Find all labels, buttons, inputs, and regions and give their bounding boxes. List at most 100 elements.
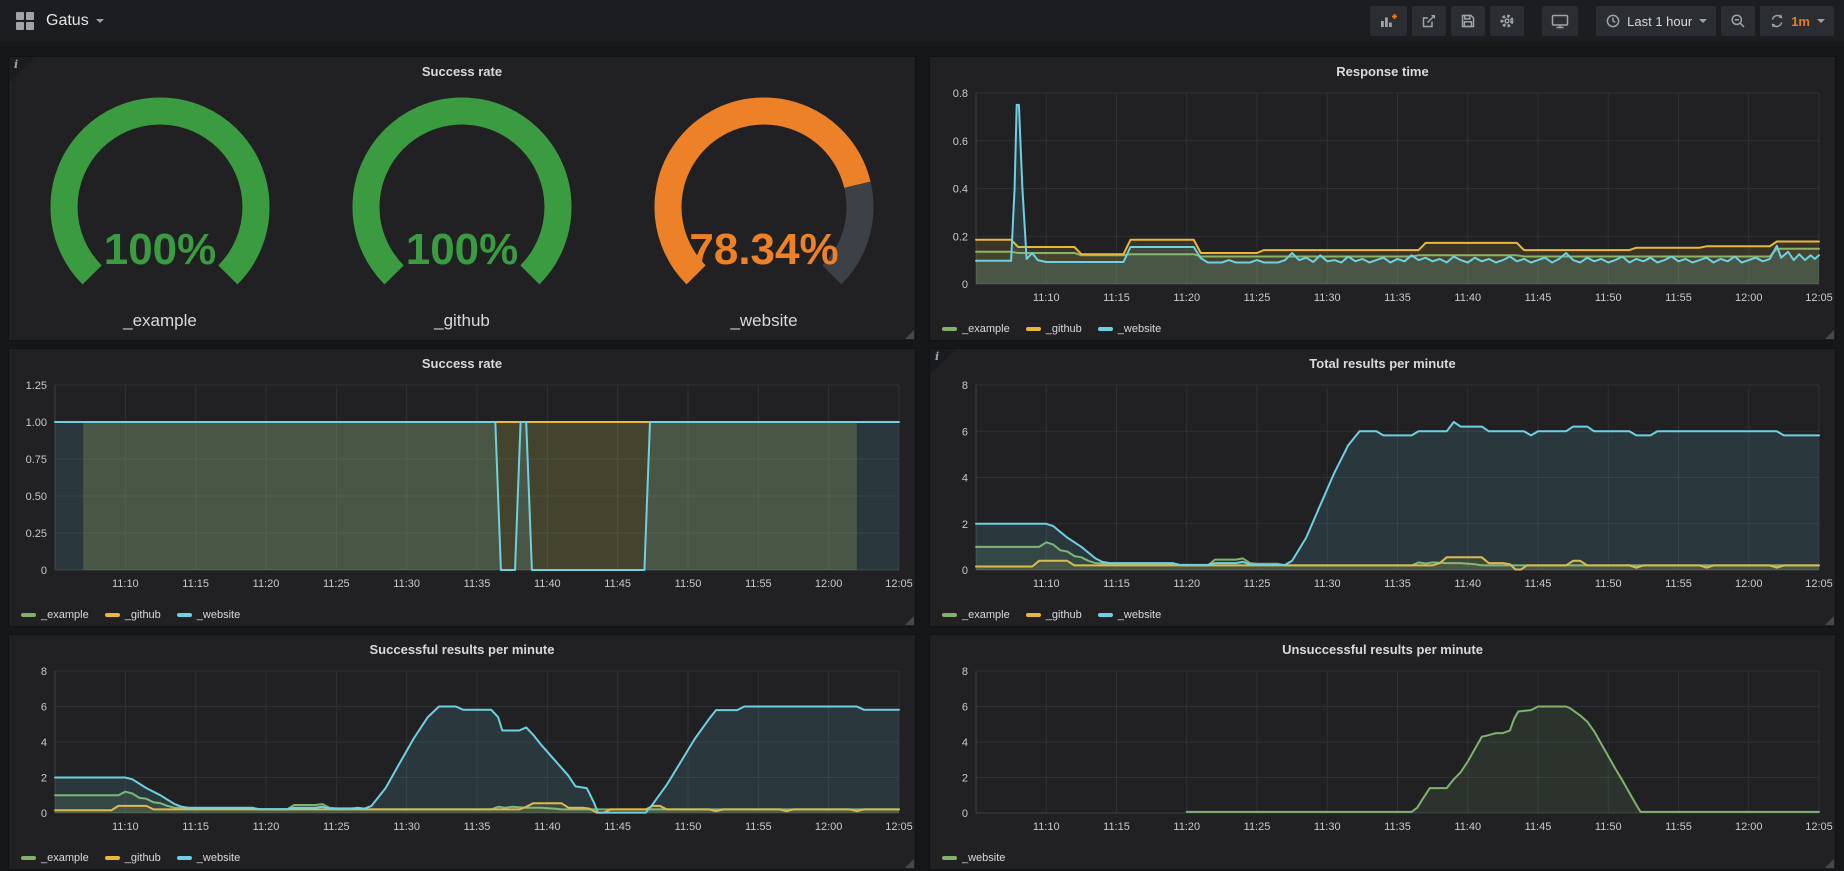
svg-text:4: 4 <box>41 737 47 749</box>
svg-text:12:05: 12:05 <box>1805 292 1833 304</box>
legend-color-mark <box>942 327 957 331</box>
legend-series-label: _website <box>1118 323 1161 335</box>
legend-item[interactable]: _example <box>21 852 89 864</box>
gauge-row: 100%_example100%_github78.34%_website <box>9 85 915 340</box>
svg-text:11:25: 11:25 <box>1244 578 1271 590</box>
legend-item[interactable]: _github <box>105 609 161 621</box>
legend-item[interactable]: _website <box>177 852 240 864</box>
panel-title[interactable]: Successful results per minute <box>9 642 915 657</box>
chart-plot[interactable]: 0246811:1011:1511:2011:2511:3011:3511:40… <box>930 635 1835 869</box>
share-button[interactable] <box>1412 6 1446 36</box>
svg-text:6: 6 <box>962 426 968 438</box>
svg-text:11:50: 11:50 <box>1595 821 1622 833</box>
legend-color-mark <box>1026 613 1041 617</box>
info-corner-icon[interactable]: i <box>9 57 35 83</box>
svg-text:1.00: 1.00 <box>26 417 47 429</box>
svg-text:11:35: 11:35 <box>1384 292 1411 304</box>
chart-plot[interactable]: 0246811:1011:1511:2011:2511:3011:3511:40… <box>9 635 915 869</box>
legend-item[interactable]: _github <box>1026 609 1082 621</box>
refresh-button[interactable]: 1m <box>1760 6 1834 36</box>
refresh-interval-label: 1m <box>1791 14 1810 29</box>
svg-text:0: 0 <box>962 808 968 820</box>
legend-item[interactable]: _github <box>1026 323 1082 335</box>
apps-menu-icon[interactable] <box>16 12 34 30</box>
resize-handle[interactable] <box>1825 330 1834 339</box>
settings-button[interactable] <box>1490 6 1524 36</box>
svg-text:11:20: 11:20 <box>253 578 280 590</box>
svg-text:2: 2 <box>41 773 47 785</box>
svg-text:11:55: 11:55 <box>745 578 772 590</box>
chart-canvas: 0246811:1011:1511:2011:2511:3011:3511:40… <box>9 635 915 869</box>
svg-text:0.6: 0.6 <box>953 136 968 148</box>
panel-success-rate-gauges: i Success rate 100%_example100%_github78… <box>8 56 916 341</box>
svg-text:11:10: 11:10 <box>112 821 139 833</box>
svg-text:12:05: 12:05 <box>1805 821 1833 833</box>
navbar: Gatus <box>0 0 1844 42</box>
panel-title[interactable]: Unsuccessful results per minute <box>930 642 1835 657</box>
svg-text:12:00: 12:00 <box>815 578 843 590</box>
chart-canvas: 00.250.500.751.001.2511:1011:1511:2011:2… <box>9 349 915 626</box>
svg-text:11:30: 11:30 <box>1314 292 1341 304</box>
chart-plot[interactable]: 00.20.40.60.811:1011:1511:2011:2511:3011… <box>930 57 1835 340</box>
svg-text:2: 2 <box>962 773 968 785</box>
svg-text:0.4: 0.4 <box>953 184 968 196</box>
chart-plot[interactable]: 00.250.500.751.001.2511:1011:1511:2011:2… <box>9 349 915 626</box>
legend-item[interactable]: _example <box>942 323 1010 335</box>
chart-canvas: 00.20.40.60.811:1011:1511:2011:2511:3011… <box>930 57 1835 340</box>
cycle-view-button[interactable] <box>1542 6 1578 36</box>
svg-text:11:35: 11:35 <box>464 821 491 833</box>
legend-series-label: _github <box>125 609 161 621</box>
info-corner-icon[interactable]: i <box>930 349 956 375</box>
legend-item[interactable]: _website <box>1098 323 1161 335</box>
panel-title[interactable]: Success rate <box>9 356 915 371</box>
svg-text:12:05: 12:05 <box>885 821 913 833</box>
legend-item[interactable]: _github <box>105 852 161 864</box>
chevron-down-icon <box>1817 19 1825 23</box>
legend-item[interactable]: _example <box>21 609 89 621</box>
svg-text:11:35: 11:35 <box>1384 578 1411 590</box>
gauge-value: 100% <box>104 225 217 274</box>
chart-legend: _example _github _website <box>21 609 240 621</box>
legend-color-mark <box>177 613 192 617</box>
add-panel-button[interactable] <box>1370 6 1407 36</box>
svg-text:4: 4 <box>962 737 968 749</box>
resize-handle[interactable] <box>905 330 914 339</box>
resize-handle[interactable] <box>1825 859 1834 868</box>
share-icon <box>1421 13 1437 29</box>
chart-plot[interactable]: 0246811:1011:1511:2011:2511:3011:3511:40… <box>930 349 1835 626</box>
svg-text:12:05: 12:05 <box>1805 578 1833 590</box>
legend-color-mark <box>177 856 192 860</box>
svg-text:11:45: 11:45 <box>1525 821 1552 833</box>
svg-text:11:30: 11:30 <box>393 821 420 833</box>
gauge-label: _github <box>317 311 607 331</box>
svg-text:0: 0 <box>41 565 47 577</box>
panel-title[interactable]: Total results per minute <box>930 356 1835 371</box>
legend-color-mark <box>1098 327 1113 331</box>
svg-text:0.50: 0.50 <box>26 491 47 503</box>
dashboard-title[interactable]: Gatus <box>46 12 104 30</box>
svg-text:11:40: 11:40 <box>1454 578 1481 590</box>
legend-item[interactable]: _example <box>942 609 1010 621</box>
legend-item[interactable]: _website <box>942 852 1005 864</box>
legend-series-label: _example <box>41 609 89 621</box>
svg-text:11:55: 11:55 <box>745 821 772 833</box>
svg-text:12:05: 12:05 <box>885 578 913 590</box>
gauge-_website: 78.34%_website <box>619 89 909 331</box>
refresh-icon <box>1769 13 1785 29</box>
resize-handle[interactable] <box>905 859 914 868</box>
svg-text:11:15: 11:15 <box>182 821 209 833</box>
svg-text:11:10: 11:10 <box>1033 292 1060 304</box>
zoom-out-button[interactable] <box>1721 6 1755 36</box>
svg-text:0.2: 0.2 <box>953 231 968 243</box>
svg-text:4: 4 <box>962 473 968 485</box>
time-range-button[interactable]: Last 1 hour <box>1596 6 1716 36</box>
panel-title[interactable]: Response time <box>930 64 1835 79</box>
panel-title[interactable]: Success rate <box>9 64 915 79</box>
resize-handle[interactable] <box>905 616 914 625</box>
resize-handle[interactable] <box>1825 616 1834 625</box>
legend-item[interactable]: _website <box>177 609 240 621</box>
svg-text:0.75: 0.75 <box>26 454 47 466</box>
legend-item[interactable]: _website <box>1098 609 1161 621</box>
svg-text:11:30: 11:30 <box>393 578 420 590</box>
save-button[interactable] <box>1451 6 1485 36</box>
